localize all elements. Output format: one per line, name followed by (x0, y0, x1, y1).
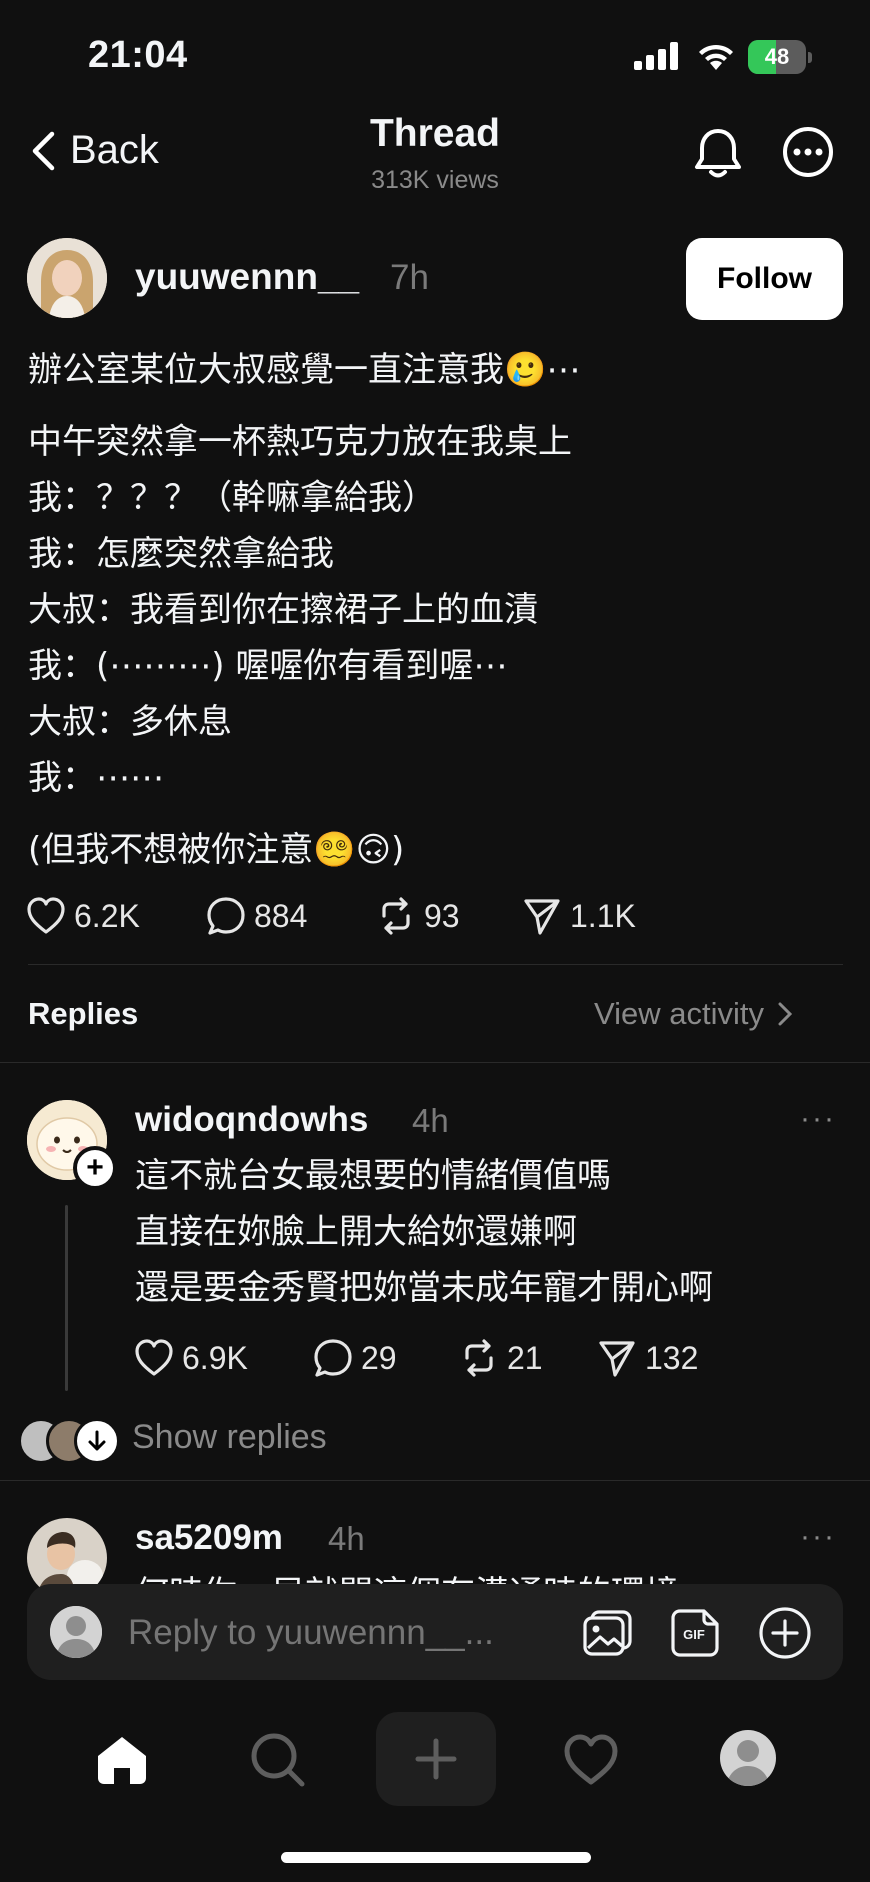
comment-button[interactable]: 29 (313, 1338, 459, 1378)
image-icon[interactable] (582, 1608, 634, 1658)
comment-button[interactable]: 884 (206, 896, 376, 936)
follow-plus-badge[interactable]: + (73, 1146, 117, 1190)
reply-text: 這不就台女最想要的情緒價值嗎 直接在妳臉上開大給妳還嫌啊 還是要金秀賢把妳當未成… (135, 1148, 835, 1316)
divider (28, 964, 843, 965)
thread-line (65, 1205, 68, 1391)
search-icon[interactable] (250, 1732, 306, 1788)
reply-actions: 6.9K 29 21 132 (134, 1338, 698, 1378)
reply-time: 4h (328, 1520, 365, 1557)
more-icon[interactable] (782, 126, 834, 178)
reply-more-icon[interactable]: ··· (800, 1520, 836, 1554)
cellular-signal-icon (634, 42, 680, 70)
view-activity-link[interactable]: View activity (594, 996, 792, 1032)
post-line: 我：(⋯⋯⋯) 喔喔你有看到喔⋯ (28, 646, 508, 686)
reply-line: 這不就台女最想要的情緒價值嗎 (135, 1156, 611, 1196)
status-time: 21:04 (88, 34, 188, 76)
post-line: 我：⋯⋯ (28, 758, 164, 798)
post-line: 中午突然拿一杯熱巧克力放在我桌上 (28, 422, 572, 462)
new-post-button[interactable] (376, 1712, 496, 1806)
divider (0, 1480, 870, 1481)
repost-icon (459, 1338, 499, 1378)
comment-icon (313, 1338, 353, 1378)
post-line: (但我不想被你注意😵‍💫🙃) (28, 830, 405, 870)
arrow-down-icon[interactable] (74, 1418, 120, 1464)
reply-username[interactable]: sa5209m (135, 1518, 283, 1558)
show-replies-link[interactable]: Show replies (132, 1418, 327, 1457)
post-line: 大叔：多休息 (28, 702, 232, 742)
share-button[interactable]: 132 (597, 1338, 698, 1378)
svg-text:GIF: GIF (683, 1627, 705, 1642)
post-line: 辦公室某位大叔感覺一直注意我🥲⋯ (28, 350, 581, 390)
profile-avatar-icon (50, 1606, 102, 1658)
like-count: 6.9K (182, 1339, 248, 1376)
share-button[interactable]: 1.1K (522, 896, 636, 936)
post-line: 我：怎麼突然拿給我 (28, 534, 334, 574)
heart-icon (26, 897, 66, 935)
comment-count: 29 (361, 1339, 397, 1376)
add-icon[interactable] (758, 1606, 812, 1660)
reply-line: 直接在妳臉上開大給妳還嫌啊 (135, 1212, 577, 1252)
post-line: 大叔：我看到你在擦裙子上的血漬 (28, 590, 538, 630)
repost-button[interactable]: 21 (459, 1338, 597, 1378)
wifi-icon (696, 40, 736, 70)
reply-line: 何時你一早就開這個有溝通時的環境 (135, 1566, 835, 1586)
reply-time: 4h (412, 1102, 449, 1139)
share-count: 132 (645, 1339, 699, 1376)
view-activity-label: View activity (594, 996, 764, 1031)
reply-line: 還是要金秀賢把妳當未成年寵才開心啊 (135, 1268, 713, 1308)
gif-icon[interactable]: GIF (670, 1608, 720, 1658)
reply-more-icon[interactable]: ··· (800, 1102, 836, 1136)
plus-icon (415, 1738, 457, 1780)
replies-heading: Replies (28, 996, 139, 1031)
avatar[interactable] (27, 238, 107, 318)
reply-username[interactable]: widoqndowhs (135, 1100, 368, 1140)
repost-count: 93 (424, 897, 460, 934)
like-button[interactable]: 6.9K (134, 1339, 313, 1377)
profile-icon[interactable] (718, 1728, 778, 1788)
like-count: 6.2K (74, 897, 140, 934)
reply-input[interactable] (128, 1610, 528, 1656)
share-icon (522, 896, 562, 936)
repost-icon (376, 896, 416, 936)
post-time: 7h (390, 258, 429, 297)
heart-icon (134, 1339, 174, 1377)
share-icon (597, 1338, 637, 1378)
home-indicator (281, 1852, 591, 1863)
post-username[interactable]: yuuwennn__ (135, 256, 359, 298)
comment-icon (206, 896, 246, 936)
home-icon[interactable] (94, 1734, 150, 1786)
like-button[interactable]: 6.2K (26, 897, 206, 935)
post-actions: 6.2K 884 93 1.1K (26, 896, 636, 936)
share-count: 1.1K (570, 897, 636, 934)
battery-icon: 48 (748, 40, 812, 74)
bell-icon[interactable] (692, 126, 744, 180)
divider (0, 1062, 870, 1063)
repost-button[interactable]: 93 (376, 896, 522, 936)
follow-button[interactable]: Follow (686, 238, 843, 320)
activity-heart-icon[interactable] (563, 1734, 619, 1786)
repost-count: 21 (507, 1339, 543, 1376)
battery-level: 48 (764, 44, 790, 69)
post-line: 我：？？？（幹嘛拿給我） (28, 478, 436, 518)
comment-count: 884 (254, 897, 308, 934)
chevron-right-icon (778, 1002, 792, 1026)
post-text: 辦公室某位大叔感覺一直注意我🥲⋯ 中午突然拿一杯熱巧克力放在我桌上 我：？？？（… (28, 342, 848, 878)
reply-text: 何時你一早就開這個有溝通時的環境 (135, 1566, 835, 1586)
